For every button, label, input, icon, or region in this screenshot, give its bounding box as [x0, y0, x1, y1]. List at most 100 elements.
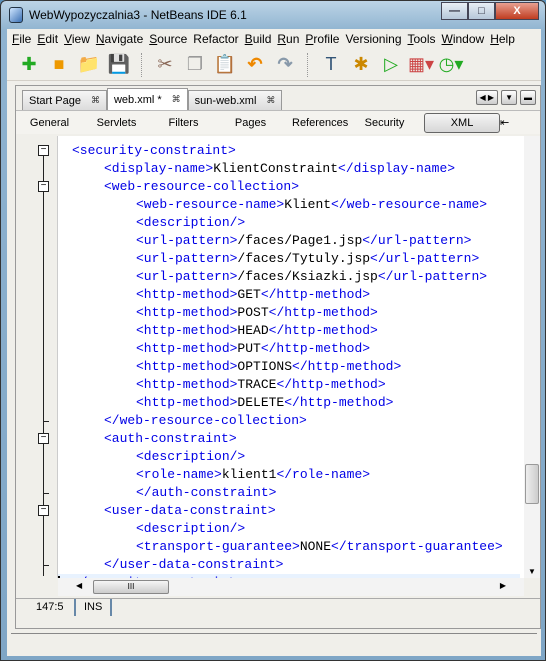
xml-tag: <description/> [136, 449, 246, 464]
profile-icon[interactable]: ◷▾ [439, 53, 464, 77]
menu-run[interactable]: Run [274, 32, 302, 46]
xml-tag: </http-method> [260, 341, 371, 356]
save-all-icon[interactable]: 💾 [107, 53, 131, 77]
cursor-position: 147:5 [16, 599, 76, 616]
menu-tools[interactable]: Tools [405, 32, 439, 46]
navigator-toggle-icon[interactable]: ⇤ [500, 116, 509, 129]
fold-gutter: − − − − [16, 136, 58, 578]
xml-tag: </role-name> [276, 467, 371, 482]
menu-refactor[interactable]: Refactor [190, 32, 241, 46]
tab-sun-web-xml[interactable]: sun-web.xml ⌘ [187, 90, 283, 110]
horizontal-scroll-thumb[interactable]: III [93, 580, 169, 594]
xml-tag: </http-method> [292, 359, 402, 374]
xml-tag: <http-method> [136, 305, 238, 320]
close-button[interactable]: X [495, 2, 539, 20]
undo-icon[interactable]: ↶ [243, 53, 267, 77]
menu-label-start: H [490, 32, 499, 46]
view-tab-servlets[interactable]: Servlets [83, 117, 150, 129]
menu-window[interactable]: Window [439, 32, 488, 46]
xml-text: /faces/Page1.jsp [237, 233, 363, 248]
menu-navigate[interactable]: Navigate [93, 32, 146, 46]
view-tab-general[interactable]: General [16, 117, 83, 129]
code-line: <auth-constraint> [58, 430, 520, 448]
code-line: </auth-constraint> [58, 484, 520, 502]
tab-close-icon[interactable]: ⌘ [266, 95, 275, 106]
xml-text: POST [237, 305, 269, 320]
xml-tag: </url-pattern> [370, 251, 480, 266]
code-line: <url-pattern>/faces/Ksiazki.jsp</url-pat… [58, 268, 520, 286]
menu-label-start: R [277, 32, 287, 46]
ide-window: WebWypozyczalnia3 - NetBeans IDE 6.1 — □… [0, 0, 546, 661]
xml-tag: </display-name> [338, 161, 456, 176]
scroll-left-arrow[interactable]: ◀ [76, 581, 82, 590]
xml-text: klient1 [221, 467, 277, 482]
menu-help[interactable]: Help [487, 32, 518, 46]
scroll-down-arrow[interactable]: ▼ [528, 567, 536, 576]
xml-text: NONE [299, 539, 332, 554]
fold-collapse-icon[interactable]: − [38, 181, 49, 192]
fold-collapse-icon[interactable]: − [38, 145, 49, 156]
toolbar: ✚ ■ 📁 💾 ✂ ❐ 📋 ↶ ↷ T ✱ ▷ ▦▾ ◷▾ [7, 49, 541, 81]
view-tab-references[interactable]: References [284, 117, 351, 129]
menu-view[interactable]: View [61, 32, 93, 46]
build-icon[interactable]: T [319, 53, 343, 77]
paste-icon[interactable]: 📋 [213, 53, 237, 77]
xml-tag: </web-resource-name> [331, 197, 488, 212]
clean-build-icon[interactable]: ✱ [349, 53, 373, 77]
xml-tag: <http-method> [136, 323, 238, 338]
menu-source[interactable]: Source [146, 32, 190, 46]
redo-icon[interactable]: ↷ [273, 53, 297, 77]
tab-close-icon[interactable]: ⌘ [91, 95, 100, 106]
menu-edit[interactable]: Edit [34, 32, 61, 46]
tab-web-xml--[interactable]: web.xml * ⌘ [106, 88, 188, 110]
new-file-icon[interactable]: ✚ [17, 53, 41, 77]
view-tab-xml[interactable]: XML [424, 112, 500, 133]
horizontal-scrollbar[interactable]: ◀ III ▶ [58, 578, 524, 596]
scroll-right-arrow[interactable]: ▶ [500, 581, 506, 590]
xml-text: HEAD [237, 323, 269, 338]
minimize-button[interactable]: — [441, 2, 468, 20]
new-project-icon[interactable]: ■ [47, 53, 71, 77]
cut-icon[interactable]: ✂ [153, 53, 177, 77]
fold-collapse-icon[interactable]: − [38, 433, 49, 444]
xml-tag: <auth-constraint> [104, 431, 237, 446]
code-editor[interactable]: − − − − <security-constraint> <display-name>… [16, 136, 540, 578]
menu-versioning[interactable]: Versioning [342, 32, 404, 46]
code-line: </user-data-constraint> [58, 556, 520, 574]
xml-text: PUT [237, 341, 261, 356]
show-opened-documents-button[interactable]: ▼ [501, 90, 517, 105]
maximize-editor-button[interactable]: ▬ [520, 90, 536, 105]
editor-tabs: Start Page ⌘ web.xml * ⌘ sun-web.xml ⌘ ◀ ▶ ▼ … [16, 86, 540, 110]
title-bar: WebWypozyczalnia3 - NetBeans IDE 6.1 [9, 5, 247, 25]
view-tab-security[interactable]: Security [351, 117, 418, 129]
vertical-scrollbar[interactable]: ▼ [524, 136, 540, 578]
xml-tag: </user-data-constraint> [104, 557, 284, 572]
tab-close-icon[interactable]: ⌘ [172, 94, 181, 105]
view-tab-pages[interactable]: Pages [217, 117, 284, 129]
maximize-button[interactable]: □ [468, 2, 495, 20]
xml-tag: <http-method> [136, 395, 238, 410]
view-switcher: General Servlets Filters Pages References Sec… [16, 110, 540, 134]
view-tab-filters[interactable]: Filters [150, 117, 217, 129]
xml-tag: <transport-guarantee> [136, 539, 300, 554]
menu-file[interactable]: File [9, 32, 34, 46]
debug-icon[interactable]: ▦▾ [408, 53, 434, 77]
run-icon[interactable]: ▷ [379, 53, 403, 77]
xml-text: Klient [284, 197, 332, 212]
xml-tag: <url-pattern> [136, 269, 238, 284]
xml-tag: </transport-guarantee> [331, 539, 503, 554]
fold-collapse-icon[interactable]: − [38, 505, 49, 516]
open-project-icon[interactable]: 📁 [77, 53, 101, 77]
copy-icon[interactable]: ❐ [183, 53, 207, 77]
menu-label-start: V [64, 32, 72, 46]
xml-text: /faces/Tytuly.jsp [237, 251, 371, 266]
insert-mode: INS [76, 599, 113, 616]
scroll-tabs-button[interactable]: ◀ ▶ [475, 90, 499, 105]
menu-build[interactable]: Build [242, 32, 275, 46]
code-line: <url-pattern>/faces/Page1.jsp</url-patte… [58, 232, 520, 250]
tab-label: sun-web.xml [194, 94, 257, 107]
code-line: <display-name>KlientConstraint</display-… [58, 160, 520, 178]
menu-profile[interactable]: Profile [302, 32, 342, 46]
tab-start-page[interactable]: Start Page ⌘ [22, 90, 107, 110]
vertical-scroll-thumb[interactable] [525, 464, 539, 504]
